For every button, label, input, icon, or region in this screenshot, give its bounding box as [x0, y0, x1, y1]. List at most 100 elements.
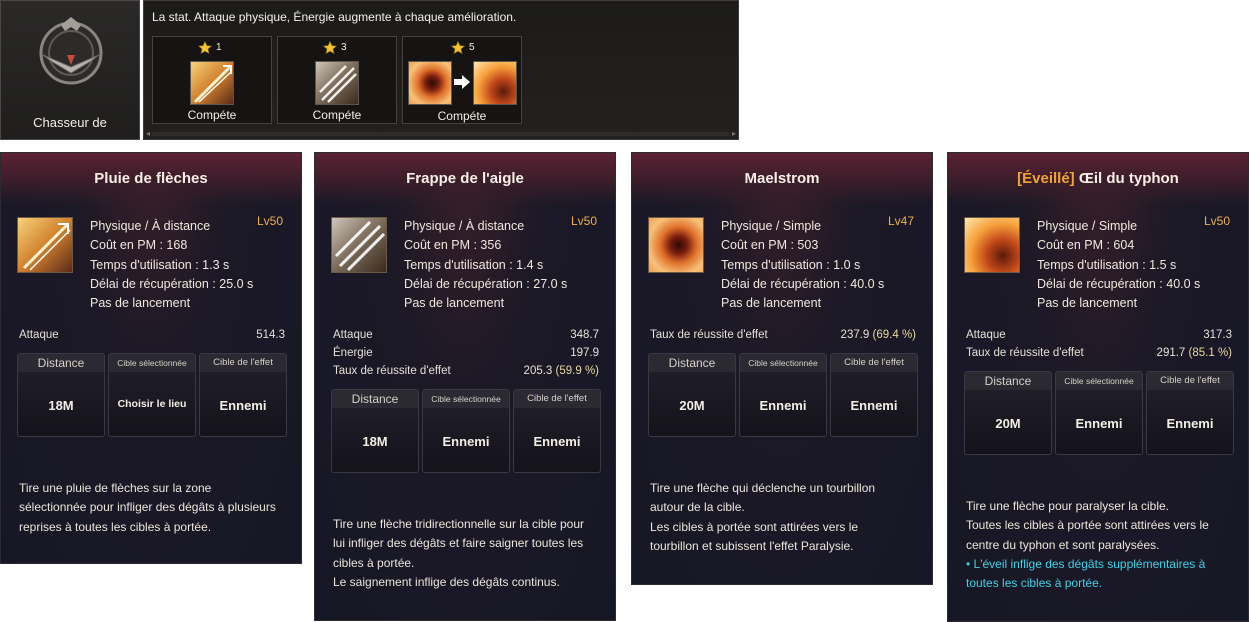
- cast-time: Temps d'utilisation : 1.0 s: [721, 257, 861, 272]
- awakened-tag: [Éveillé]: [1017, 170, 1075, 187]
- distance-label: Distance: [18, 354, 104, 372]
- mp-cost: Coût en PM : 168: [90, 238, 188, 253]
- card-title: Pluie de flèches: [94, 170, 208, 187]
- stat-label: Taux de réussite d'effet: [650, 329, 768, 341]
- distance-value: 18M: [48, 398, 74, 413]
- stat-value: 197.9: [570, 347, 599, 359]
- stat-row: Énergie 197.9: [333, 347, 599, 359]
- class-icon-box[interactable]: Chasseur de: [0, 0, 140, 140]
- awakening-bonus-line: • L'éveil inflige des dégâts supplémenta…: [966, 556, 1206, 571]
- selected-target-value: Ennemi: [1075, 416, 1123, 431]
- description-line: centre du typhon et sont paralysées.: [966, 537, 1160, 552]
- skill-description: Tire une pluie de flèches sur la zone sé…: [19, 479, 289, 537]
- upgrade-label: Compéte: [437, 109, 487, 123]
- skill-level: Lv50: [256, 214, 283, 228]
- star-icon: [451, 41, 465, 54]
- stat-label: Énergie: [333, 347, 373, 359]
- upgrade-level: 5: [469, 42, 475, 53]
- skill-card-oeil-du-typhon: [Éveillé] Œil du typhon Lv50 Physique / …: [947, 152, 1249, 622]
- cast-time: Temps d'utilisation : 1.3 s: [90, 257, 230, 272]
- skill-level: Lv50: [570, 214, 597, 228]
- stat-number: 237.9: [840, 329, 870, 341]
- card-title: Frappe de l'aigle: [406, 170, 524, 187]
- skill-info: Physique / À distance Coût en PM : 168 T…: [90, 217, 253, 313]
- effect-target-box: Cible de l'effet Ennemi: [830, 353, 918, 437]
- stat-value: 514.3: [256, 329, 285, 341]
- effect-target-box: Cible de l'effet Ennemi: [513, 389, 601, 473]
- selected-target-box: Cible sélectionnée Ennemi: [1055, 371, 1143, 455]
- mp-cost: Coût en PM : 604: [1037, 238, 1135, 253]
- eagle-strike-skill-icon: [315, 61, 359, 105]
- stat-value: 237.9 (69.4 %): [841, 329, 916, 341]
- upgrade-level: 1: [216, 42, 222, 53]
- horizontal-scrollbar[interactable]: [152, 132, 730, 136]
- class-name: Chasseur de: [33, 115, 107, 130]
- skill-level: Lv50: [1203, 214, 1230, 228]
- effect-target-label: Cible de l'effet: [831, 354, 917, 372]
- skill-description: Tire une flèche pour paralyser la cible.…: [966, 497, 1236, 593]
- skill-type: Physique / À distance: [90, 219, 211, 233]
- stat-number: 291.7: [1156, 347, 1186, 359]
- distance-label: Distance: [649, 354, 735, 372]
- skill-description: Tire une flèche tridirectionnelle sur la…: [333, 515, 603, 592]
- skill-info: Physique / Simple Coût en PM : 503 Temps…: [721, 217, 884, 313]
- stat-number: 205.3: [523, 365, 553, 377]
- description-line: Tire une flèche tridirectionnelle sur la…: [333, 517, 585, 531]
- skill-type: Physique / À distance: [404, 219, 525, 233]
- cooldown: Délai de récupération : 40.0 s: [721, 276, 885, 291]
- typhoon-eye-skill-icon: [964, 217, 1020, 273]
- no-cast: Pas de lancement: [90, 296, 191, 311]
- no-cast: Pas de lancement: [721, 296, 822, 311]
- description-line: Toutes les cibles à portée sont attirées…: [966, 518, 1209, 533]
- stat-label: Taux de réussite d'effet: [966, 347, 1084, 359]
- maelstrom-skill-icon: [408, 61, 452, 105]
- stat-percent: (59.9 %): [555, 365, 599, 377]
- star-icon: [323, 41, 337, 54]
- description-line: Les cibles à portée sont attirées vers l…: [650, 519, 859, 534]
- description-line: Tire une flèche qui déclenche un tourbil…: [650, 481, 876, 495]
- upgrade-label: Compéte: [187, 108, 237, 122]
- distance-box: Distance 18M: [17, 353, 105, 437]
- selected-target-value: Choisir le lieu: [117, 398, 187, 410]
- class-description-panel: La stat. Attaque physique, Énergie augme…: [143, 0, 739, 140]
- stat-row: Taux de réussite d'effet 237.9 (69.4 %): [650, 329, 916, 341]
- stat-row: Attaque 317.3: [966, 329, 1232, 341]
- stat-label: Attaque: [333, 329, 373, 341]
- description-line: Tire une flèche pour paralyser la cible.: [966, 499, 1169, 513]
- skill-description: Tire une flèche qui déclenche un tourbil…: [650, 479, 920, 556]
- selected-target-box: Cible sélectionnée Ennemi: [739, 353, 827, 437]
- card-title: [Éveillé] Œil du typhon: [948, 170, 1248, 187]
- effect-target-box: Cible de l'effet Ennemi: [199, 353, 287, 437]
- effect-target-label: Cible de l'effet: [514, 390, 600, 408]
- scroll-right-icon[interactable]: ▸: [732, 129, 736, 138]
- upgrade-card-5[interactable]: 5 Compéte: [402, 36, 522, 124]
- stat-percent: (85.1 %): [1188, 347, 1232, 359]
- stat-label: Taux de réussite d'effet: [333, 365, 451, 377]
- stat-value: 348.7: [570, 329, 599, 341]
- cast-time: Temps d'utilisation : 1.4 s: [404, 257, 544, 272]
- scroll-left-icon[interactable]: ◂: [146, 129, 150, 138]
- stat-value: 291.7 (85.1 %): [1157, 347, 1232, 359]
- arrow-rain-skill-icon: [190, 61, 234, 105]
- selected-target-value: Ennemi: [442, 434, 490, 449]
- effect-target-value: Ennemi: [1166, 416, 1214, 431]
- selected-target-label: Cible sélectionnée: [423, 390, 509, 408]
- upgrade-label: Compéte: [312, 108, 362, 122]
- stat-row: Attaque 348.7: [333, 329, 599, 341]
- distance-box: Distance 20M: [964, 371, 1052, 455]
- effect-target-label: Cible de l'effet: [1147, 372, 1233, 390]
- effect-target-value: Ennemi: [219, 398, 267, 413]
- card-title-text: Œil du typhon: [1078, 170, 1179, 187]
- typhoon-eye-skill-icon: [473, 61, 517, 105]
- skill-card-pluie-de-fleches: Pluie de flèches Lv50 Physique / À dista…: [0, 152, 302, 564]
- upgrade-card-3[interactable]: 3 Compéte: [277, 36, 397, 124]
- stat-row: Attaque 514.3: [19, 329, 285, 341]
- distance-label: Distance: [332, 390, 418, 408]
- selected-target-box: Cible sélectionnée Choisir le lieu: [108, 353, 196, 437]
- stat-row: Taux de réussite d'effet 205.3 (59.9 %): [333, 365, 599, 377]
- description-line: autour de la cible.: [650, 500, 745, 515]
- stat-value: 205.3 (59.9 %): [524, 365, 599, 377]
- cooldown: Délai de récupération : 40.0 s: [1037, 276, 1201, 291]
- upgrade-card-1[interactable]: 1 Compéte: [152, 36, 272, 124]
- no-cast: Pas de lancement: [1037, 296, 1138, 311]
